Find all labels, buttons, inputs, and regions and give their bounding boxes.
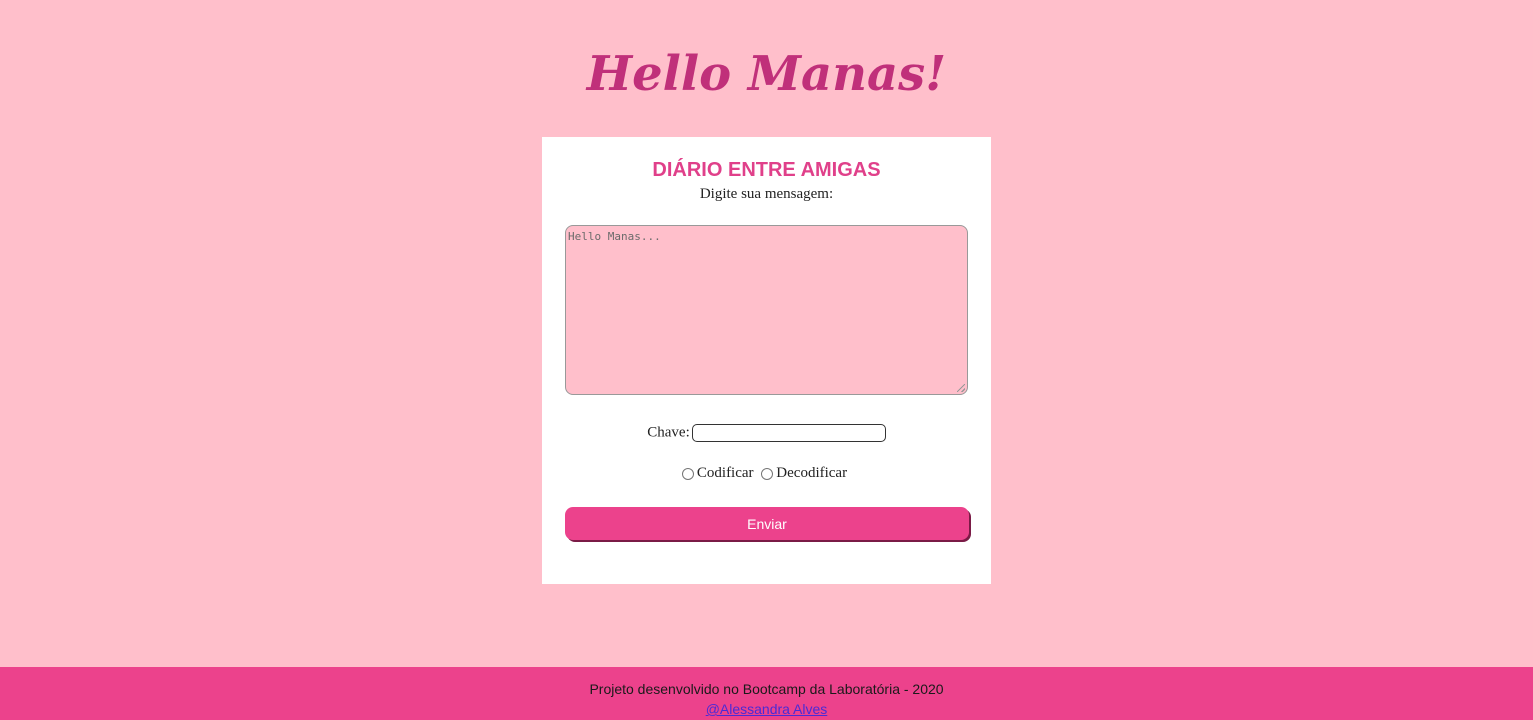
decode-radio[interactable]: [761, 467, 774, 480]
key-label: Chave:: [647, 424, 690, 441]
message-textarea[interactable]: [565, 225, 968, 395]
message-prompt: Digite sua mensagem:: [699, 186, 834, 202]
key-input[interactable]: [691, 424, 886, 442]
diary-card: DIÁRIO ENTRE AMIGAS Digite sua mensagem:…: [542, 137, 991, 584]
author-link[interactable]: @Alessandra Alves: [0, 701, 1533, 717]
page-title: Hello Manas!: [586, 46, 947, 102]
card-heading: DIÁRIO ENTRE AMIGAS: [652, 159, 881, 181]
decode-label[interactable]: Decodificar: [776, 465, 847, 481]
key-row: Chave:: [542, 424, 991, 442]
encode-radio[interactable]: [681, 467, 694, 480]
mode-options: Codificar Decodificar: [542, 465, 991, 482]
footer-text: Projeto desenvolvido no Bootcamp da Labo…: [589, 681, 944, 697]
page: Hello Manas! DIÁRIO ENTRE AMIGAS Digite …: [0, 0, 1533, 720]
submit-button[interactable]: Enviar: [565, 507, 969, 540]
footer: Projeto desenvolvido no Bootcamp da Labo…: [0, 667, 1533, 720]
encode-label[interactable]: Codificar: [697, 465, 754, 481]
